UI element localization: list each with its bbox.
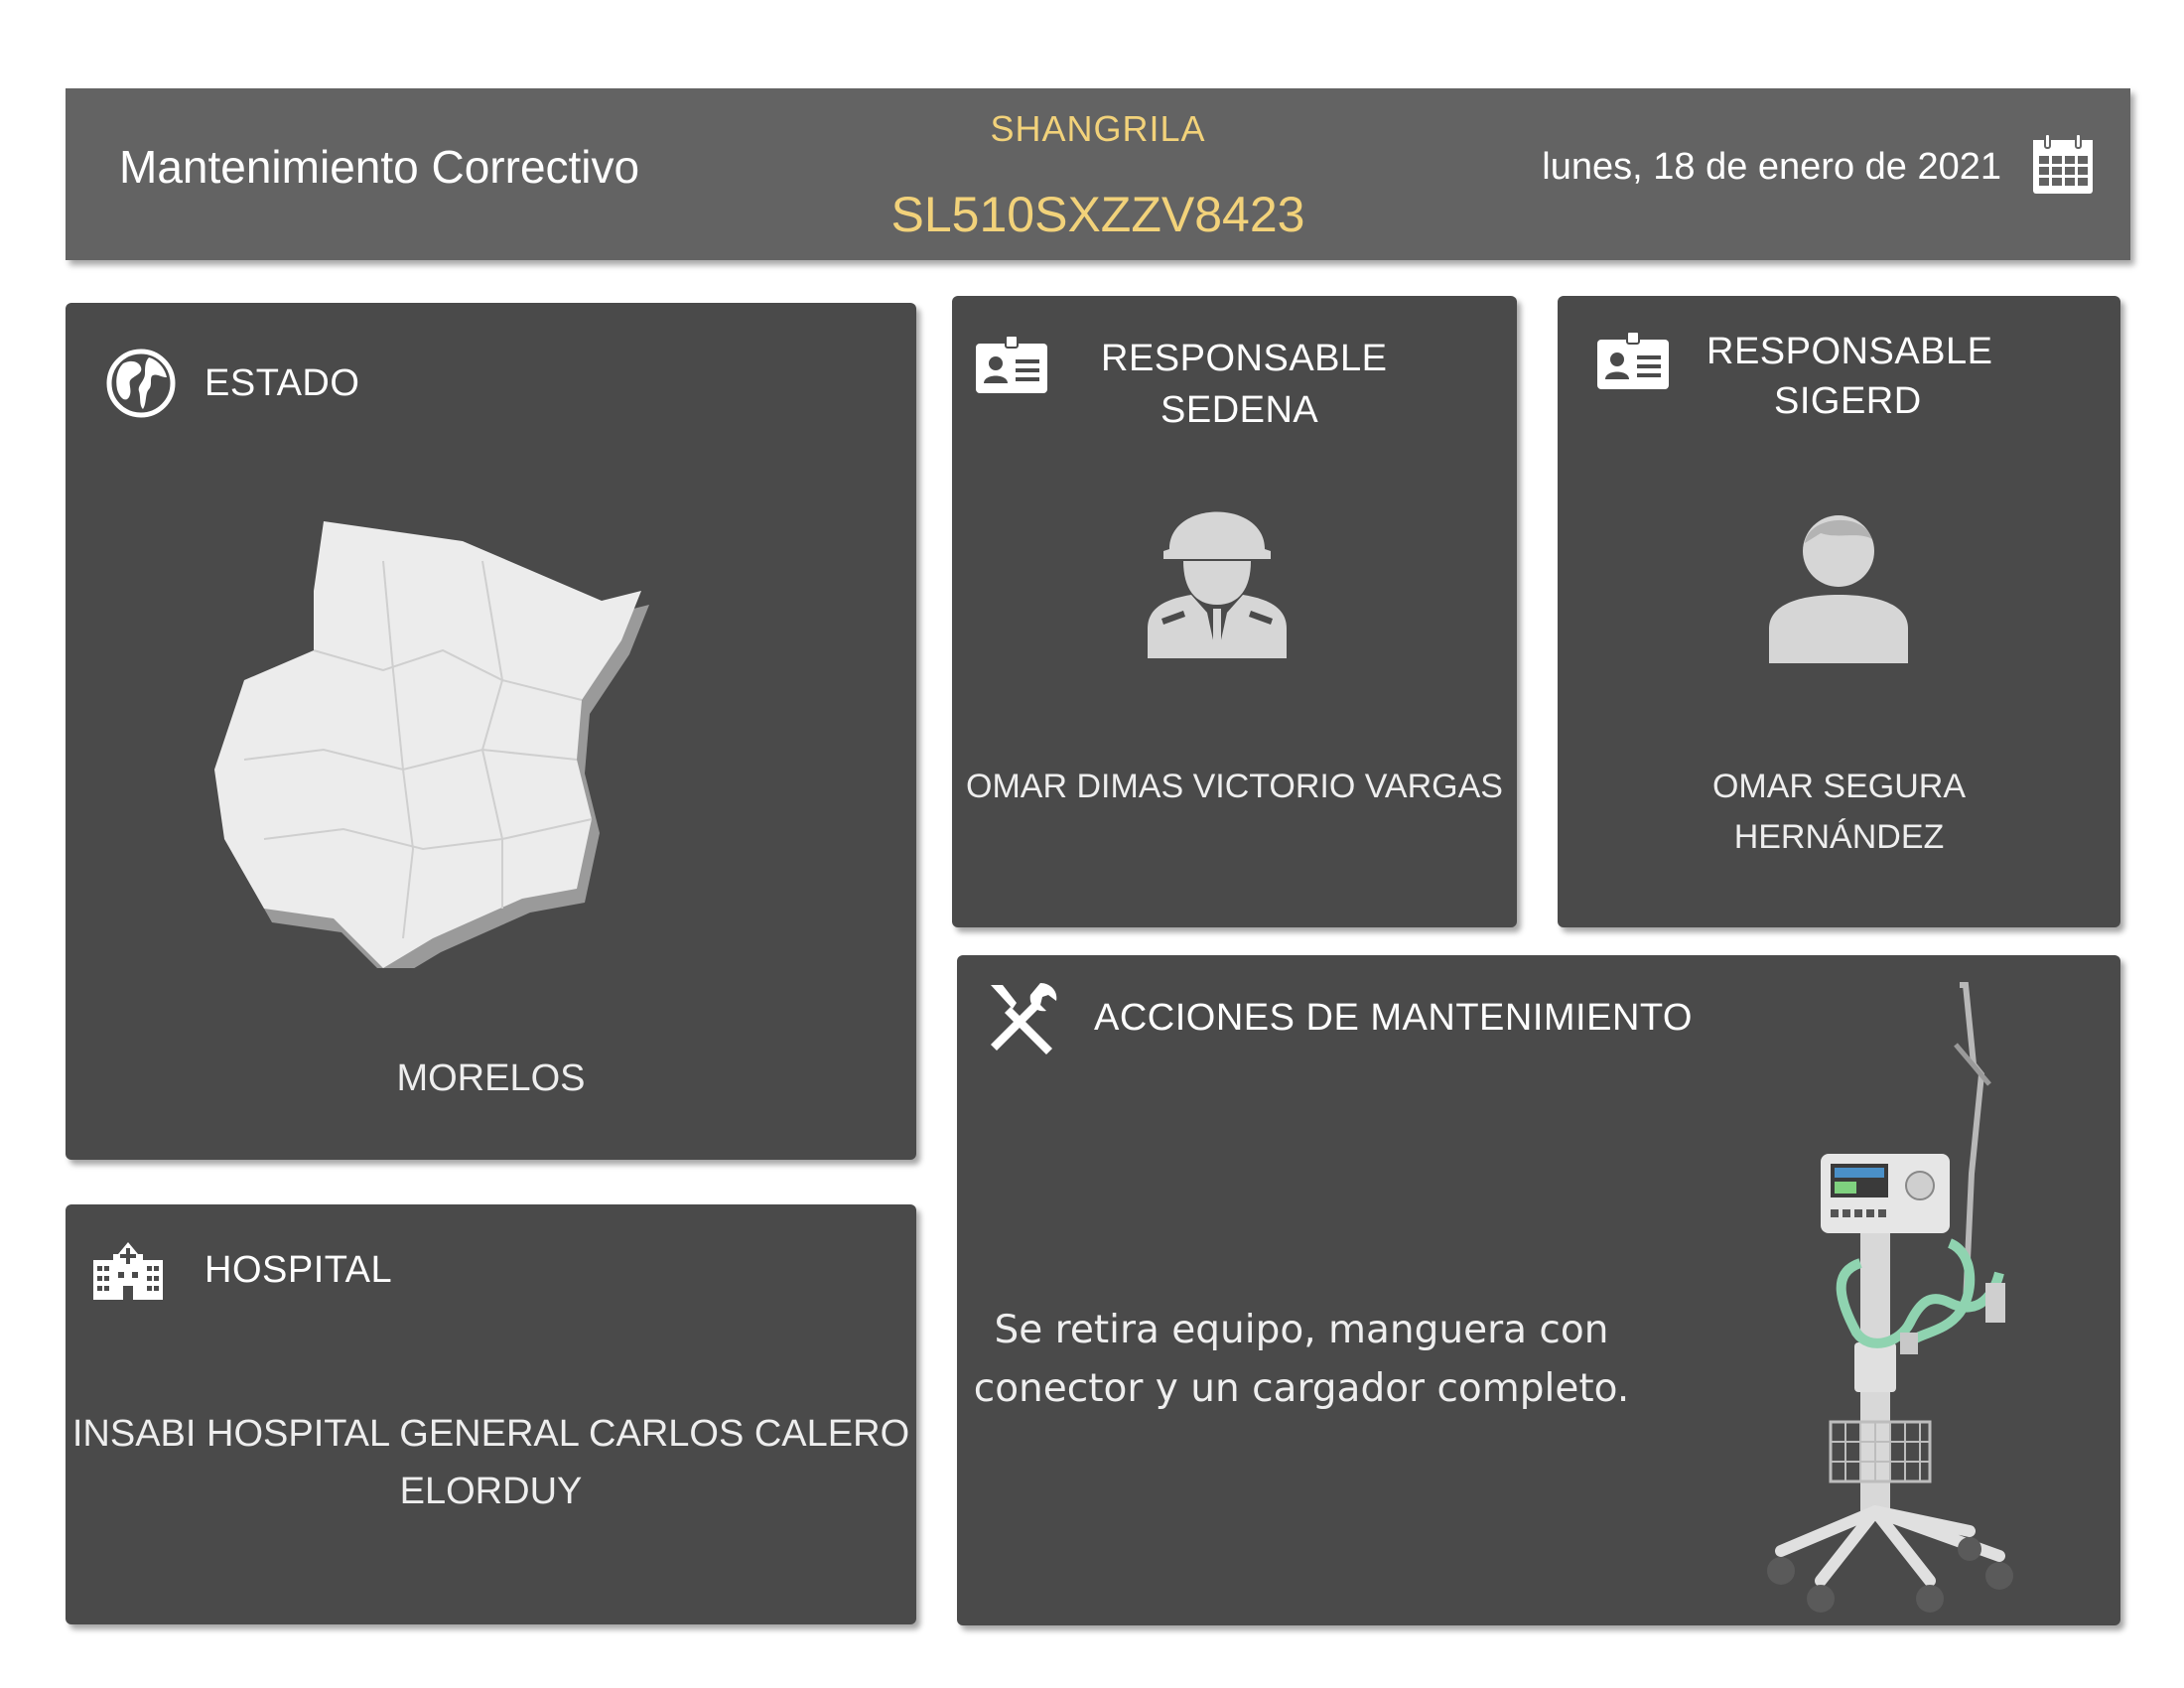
estado-value: MORELOS: [396, 1057, 586, 1099]
globe-icon: [106, 349, 176, 418]
hospital-name-line1: INSABI HOSPITAL GENERAL CARLOS CALERO: [71, 1413, 910, 1455]
serial-number: SL510SXZZV8423: [890, 187, 1305, 242]
sedena-label-line1: RESPONSABLE: [1101, 338, 1388, 379]
report-date: lunes, 18 de enero de 2021: [1542, 146, 2001, 188]
person-icon: [1769, 515, 1908, 663]
estado-label: ESTADO: [205, 362, 360, 404]
ventilator-icon: [1767, 982, 2013, 1613]
hospital-icon: [93, 1242, 163, 1300]
acciones-text-line2: conector y un cargador completo.: [973, 1366, 1630, 1411]
sigerd-panel: RESPONSABLE SIGERD OMAR SEGURA HERNÁNDEZ: [1558, 296, 2120, 927]
map-icon: [214, 521, 649, 968]
sedena-name: OMAR DIMAS VICTORIO VARGAS: [966, 768, 1503, 805]
sigerd-label-line1: RESPONSABLE: [1706, 331, 1993, 372]
brand-label: SHANGRILA: [990, 108, 1206, 149]
sedena-label-line2: SEDENA: [1160, 389, 1319, 431]
hospital-name-line2: ELORDUY: [399, 1471, 583, 1512]
sedena-panel: RESPONSABLE SEDENA OMAR DIMAS VICTORIO V…: [952, 296, 1517, 927]
id-card-icon: [976, 335, 1047, 393]
acciones-text-line1: Se retira equipo, manguera con: [994, 1308, 1609, 1352]
estado-panel: ESTADO MORELOS: [66, 303, 916, 1160]
sigerd-name-line2: HERNÁNDEZ: [1733, 818, 1945, 856]
sigerd-name-line1: OMAR SEGURA: [1711, 768, 1967, 805]
hospital-panel: HOSPITAL INSABI HOSPITAL GENERAL CARLOS …: [66, 1204, 916, 1624]
tools-icon: [991, 983, 1057, 1055]
calendar-icon: [2033, 133, 2093, 194]
acciones-label: ACCIONES DE MANTENIMIENTO: [1094, 997, 1693, 1039]
sigerd-label-line2: SIGERD: [1774, 380, 1922, 422]
soldier-icon: [1148, 511, 1287, 658]
hospital-label: HOSPITAL: [205, 1249, 393, 1291]
id-card-icon: [1597, 331, 1669, 389]
header-bar: Mantenimiento Correctivo SHANGRILA SL510…: [66, 88, 2130, 260]
acciones-panel: ACCIONES DE MANTENIMIENTO Se retira equi…: [957, 955, 2120, 1625]
